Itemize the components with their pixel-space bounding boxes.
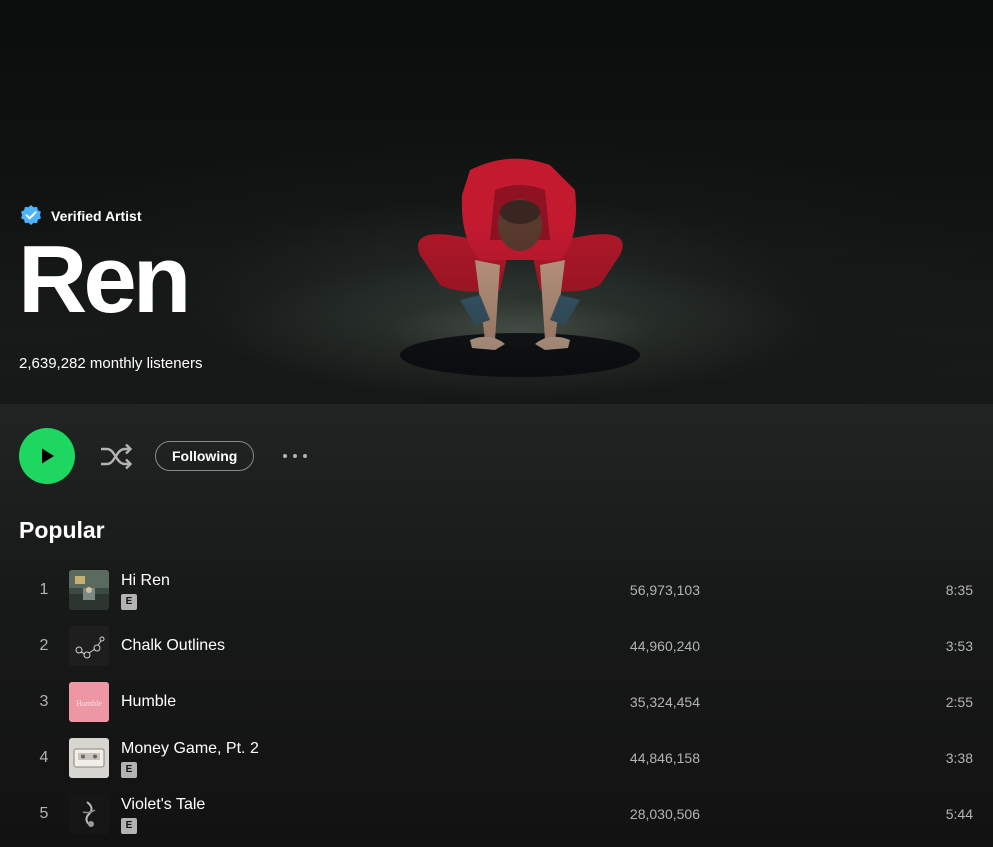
track-artwork	[69, 626, 109, 666]
play-button[interactable]	[19, 428, 75, 484]
verified-badge: Verified Artist	[19, 204, 142, 228]
track-plays: 35,324,454	[629, 694, 700, 710]
track-duration: 3:38	[945, 750, 973, 766]
track-plays: 56,973,103	[629, 582, 700, 598]
action-bar: Following	[19, 428, 310, 484]
track-number: 2	[39, 637, 49, 654]
track-row[interactable]: 1 Hi Ren E 56,973,103 8:35	[0, 562, 993, 618]
track-title[interactable]: Humble	[121, 692, 176, 712]
track-plays: 28,030,506	[629, 806, 700, 822]
track-title[interactable]: Violet's Tale	[121, 795, 205, 815]
hero-shade	[0, 0, 993, 404]
svg-text:Humble: Humble	[76, 699, 102, 708]
track-title[interactable]: Hi Ren	[121, 571, 170, 591]
track-artwork: Humble	[69, 682, 109, 722]
track-duration: 2:55	[945, 694, 973, 710]
shuffle-button[interactable]	[99, 439, 133, 473]
following-button[interactable]: Following	[155, 441, 255, 471]
track-plays: 44,846,158	[629, 750, 700, 766]
track-number: 5	[39, 805, 49, 822]
track-info: Money Game, Pt. 2 E	[121, 730, 259, 786]
artist-content: Following Popular 1 Hi Ren E 56,973,103 …	[0, 404, 993, 847]
track-row[interactable]: 2 Chalk Outlines 44,960,240 3:53	[0, 618, 993, 674]
track-title[interactable]: Money Game, Pt. 2	[121, 739, 259, 759]
track-title[interactable]: Chalk Outlines	[121, 636, 225, 656]
verified-label: Verified Artist	[51, 208, 142, 224]
track-duration: 5:44	[945, 806, 973, 822]
track-number: 4	[39, 749, 49, 766]
track-info: Chalk Outlines	[121, 618, 225, 674]
track-artwork	[69, 570, 109, 610]
popular-tracks-list: 1 Hi Ren E 56,973,103 8:35 2 Chalk Outli…	[0, 562, 993, 842]
track-number: 3	[39, 693, 49, 710]
more-options-button[interactable]	[280, 441, 310, 471]
track-duration: 3:53	[945, 638, 973, 654]
play-icon	[42, 448, 54, 464]
track-artwork	[69, 738, 109, 778]
explicit-badge: E	[121, 761, 137, 778]
explicit-badge: E	[121, 817, 137, 834]
track-row[interactable]: 3 Humble Humble 35,324,454 2:55	[0, 674, 993, 730]
popular-section-title: Popular	[19, 517, 105, 543]
track-row[interactable]: 4 Money Game, Pt. 2 E 44,846,158 3:38	[0, 730, 993, 786]
explicit-badge: E	[121, 593, 137, 610]
track-info: Violet's Tale E	[121, 786, 205, 842]
track-artwork	[69, 794, 109, 834]
artist-header: Verified Artist Ren 2,639,282 monthly li…	[0, 0, 993, 404]
track-number: 1	[39, 581, 49, 598]
artist-name: Ren	[18, 226, 191, 333]
track-info: Humble	[121, 674, 176, 730]
track-info: Hi Ren E	[121, 562, 170, 618]
shuffle-icon	[101, 443, 133, 470]
track-duration: 8:35	[945, 582, 973, 598]
verified-icon	[21, 205, 41, 225]
monthly-listeners: 2,639,282 monthly listeners	[19, 355, 203, 372]
track-plays: 44,960,240	[629, 638, 700, 654]
more-icon	[283, 454, 308, 458]
track-row[interactable]: 5 Violet's Tale E 28,030,506 5:44	[0, 786, 993, 842]
